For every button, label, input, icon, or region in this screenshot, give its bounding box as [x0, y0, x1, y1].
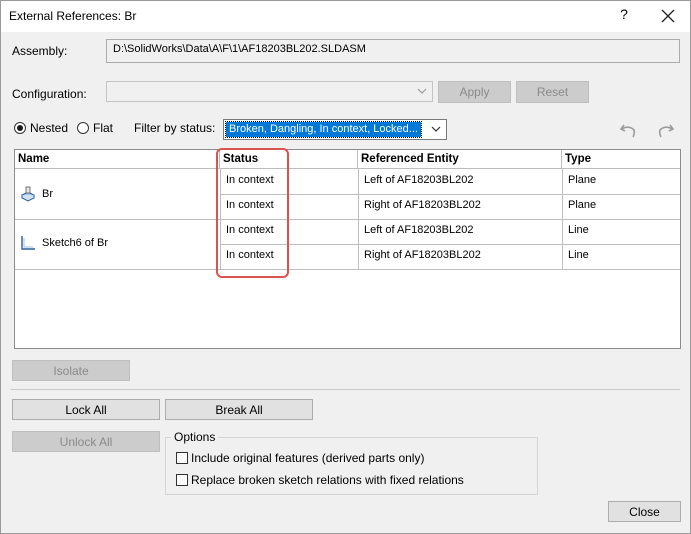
flat-label: Flat: [93, 121, 114, 135]
type-cell[interactable]: Plane: [562, 169, 680, 194]
include-original-label: Include original features (derived parts…: [191, 451, 425, 465]
filter-status-value: Broken, Dangling, In context, Locked...: [225, 121, 422, 138]
break-all-button[interactable]: Break All: [165, 399, 313, 420]
filter-status-select[interactable]: Broken, Dangling, In context, Locked...: [223, 119, 447, 140]
group-name: Br: [42, 188, 53, 200]
type-cell[interactable]: Plane: [562, 194, 680, 219]
unlock-all-button[interactable]: Unlock All: [12, 431, 160, 452]
undo-icon[interactable]: [618, 121, 638, 141]
flat-radio[interactable]: [77, 122, 89, 134]
entity-cell[interactable]: Right of AF18203BL202: [358, 244, 562, 269]
filter-label: Filter by status:: [134, 121, 216, 135]
title-bar: External References: Br ?: [1, 1, 690, 32]
apply-button[interactable]: Apply: [438, 81, 511, 103]
replace-broken-checkbox[interactable]: [176, 474, 188, 486]
type-cell[interactable]: Line: [562, 219, 680, 244]
external-references-dialog: External References: Br ? Assembly: D:\S…: [0, 0, 691, 534]
grid-line: [15, 269, 680, 270]
type-cell[interactable]: Line: [562, 244, 680, 269]
table-group-row[interactable]: Br: [15, 169, 220, 219]
part-feature-icon: [19, 186, 37, 204]
assembly-path-value: D:\SolidWorks\Data\A\F\1\AF18203BL202.SL…: [113, 43, 366, 55]
assembly-path-field: D:\SolidWorks\Data\A\F\1\AF18203BL202.SL…: [106, 39, 680, 63]
column-header-referenced-entity[interactable]: Referenced Entity: [358, 150, 562, 169]
lock-all-button[interactable]: Lock All: [12, 399, 160, 420]
group-name: Sketch6 of Br: [42, 237, 109, 249]
close-icon[interactable]: [657, 5, 679, 27]
help-button[interactable]: ?: [613, 6, 635, 26]
table-group-row[interactable]: Sketch6 of Br: [15, 219, 220, 269]
references-table: Name Status Referenced Entity Type Br Sk…: [14, 149, 681, 349]
entity-cell[interactable]: Left of AF18203BL202: [358, 219, 562, 244]
sketch-icon: [19, 234, 37, 252]
options-title: Options: [171, 430, 219, 444]
entity-cell[interactable]: Right of AF18203BL202: [358, 194, 562, 219]
assembly-label: Assembly:: [12, 44, 68, 58]
column-header-name[interactable]: Name: [15, 150, 220, 169]
replace-broken-label: Replace broken sketch relations with fix…: [191, 473, 464, 487]
configuration-select[interactable]: [106, 81, 433, 102]
reset-button[interactable]: Reset: [516, 81, 589, 103]
window-title: External References: Br: [9, 9, 137, 23]
redo-icon[interactable]: [656, 121, 676, 141]
nested-radio[interactable]: [14, 122, 26, 134]
column-header-type[interactable]: Type: [562, 150, 680, 169]
close-button[interactable]: Close: [608, 501, 681, 522]
status-column-highlight: [216, 148, 289, 278]
isolate-button[interactable]: Isolate: [12, 360, 130, 381]
divider: [11, 389, 680, 390]
entity-cell[interactable]: Left of AF18203BL202: [358, 169, 562, 194]
nested-label: Nested: [30, 121, 69, 135]
include-original-checkbox[interactable]: [176, 452, 188, 464]
chevron-down-icon: [417, 88, 427, 94]
configuration-label: Configuration:: [12, 87, 87, 101]
chevron-down-icon: [431, 126, 441, 132]
